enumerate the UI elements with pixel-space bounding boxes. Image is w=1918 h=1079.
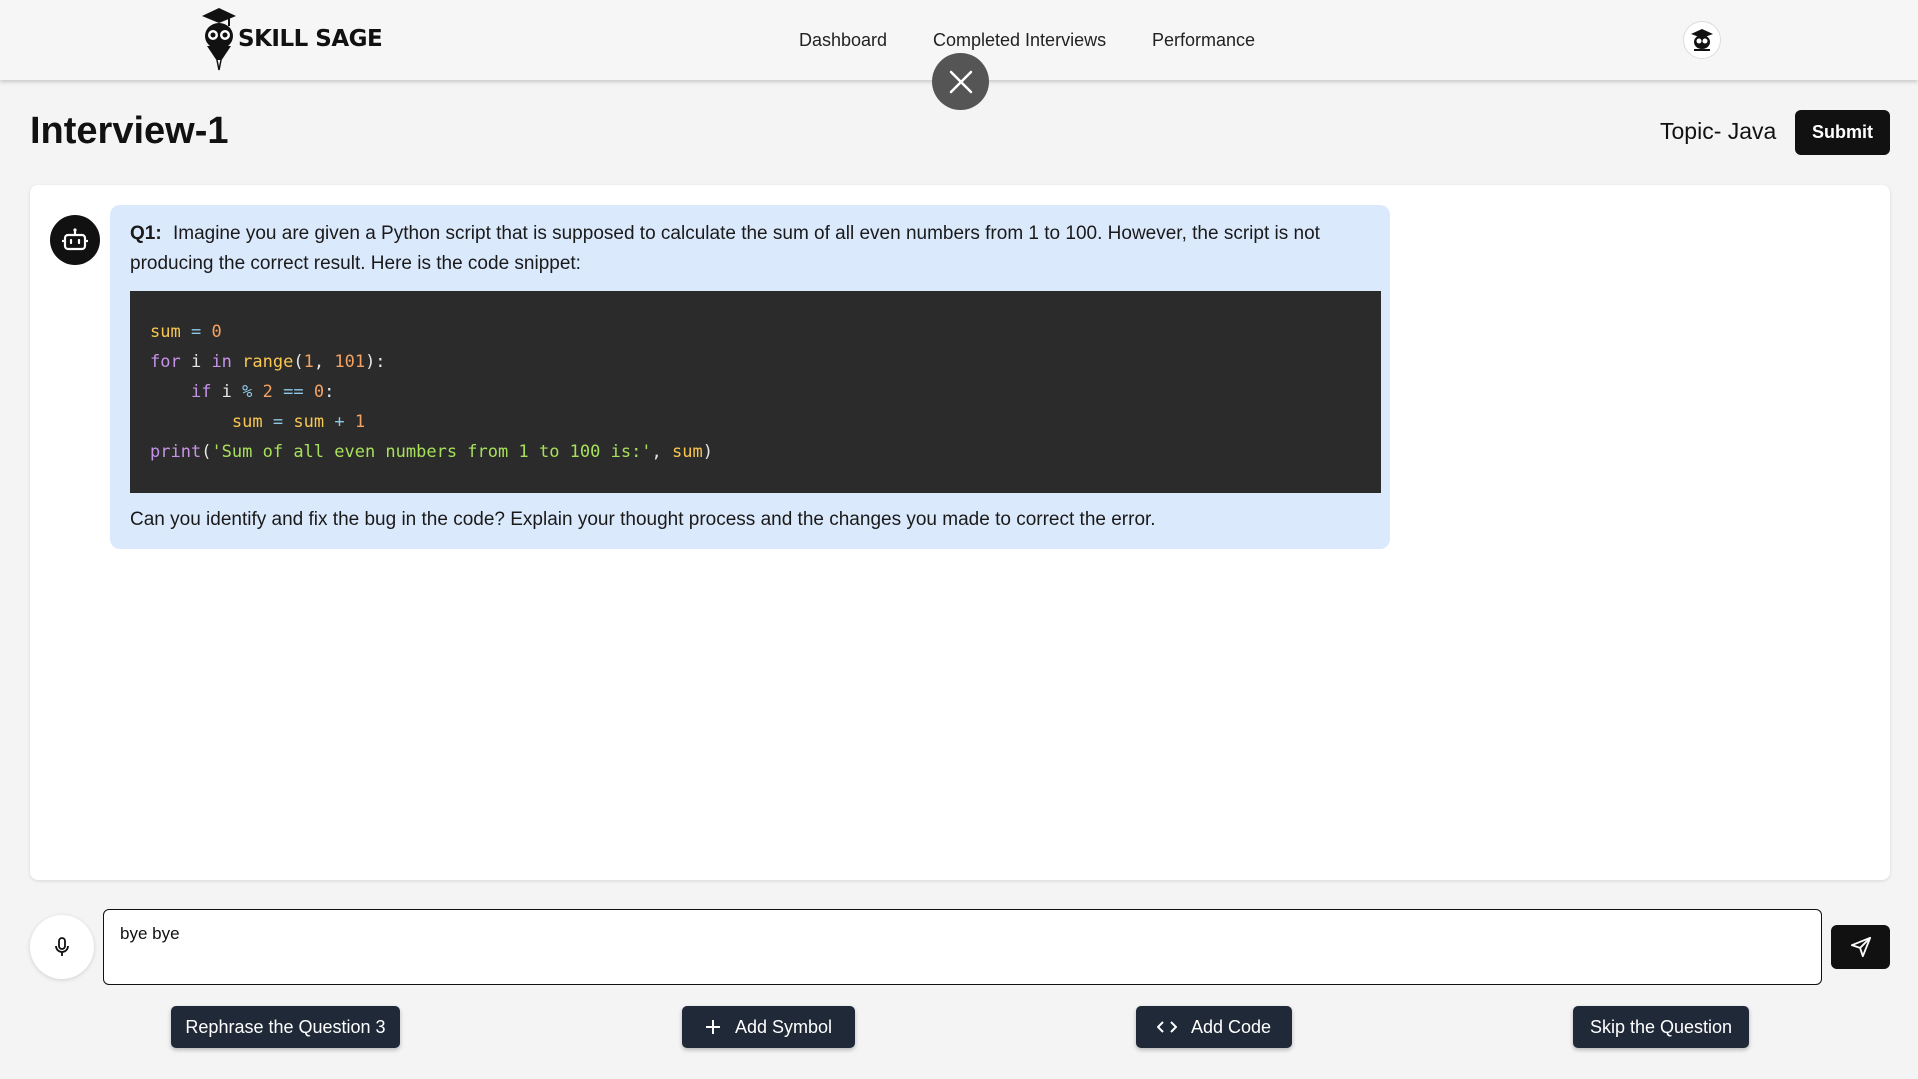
code-line: sum = 0: [150, 322, 222, 342]
add-code-button[interactable]: Add Code: [1136, 1006, 1292, 1048]
add-code-label: Add Code: [1190, 1016, 1272, 1037]
close-icon: [949, 70, 972, 93]
code-line: sum = sum + 1: [231, 412, 366, 432]
question-text-block: Q1: Imagine you are given a Python scrip…: [130, 219, 1370, 279]
brand-logo[interactable]: SKILL SAGE: [200, 6, 383, 74]
bot-avatar: [50, 215, 100, 265]
rephrase-question-button[interactable]: Rephrase the Question 3: [171, 1006, 400, 1048]
code-line: for i in range(1, 101):: [150, 352, 386, 372]
plus-icon: [705, 1020, 720, 1034]
nav-completed-interviews[interactable]: Completed Interviews: [933, 30, 1106, 51]
question-followup: Can you identify and fix the bug in the …: [130, 509, 1156, 530]
code-line: if i % 2 == 0:: [190, 382, 335, 402]
answer-input[interactable]: [103, 909, 1822, 985]
owl-logo-icon: [202, 8, 236, 71]
microphone-button[interactable]: [30, 915, 94, 979]
submit-button[interactable]: Submit: [1795, 110, 1890, 155]
rephrase-question-label: Rephrase the Question 3: [185, 1016, 386, 1037]
question-text: Imagine you are given a Python script th…: [130, 223, 1320, 274]
code-snippet: sum = 0 for i in range(1, 101): if i % 2 …: [130, 291, 1381, 493]
send-button[interactable]: [1831, 925, 1890, 969]
send-icon: [1850, 936, 1871, 958]
microphone-icon: [55, 937, 69, 956]
add-symbol-button[interactable]: Add Symbol: [682, 1006, 855, 1048]
topic-label: Topic- Java: [1660, 118, 1777, 144]
skip-question-label: Skip the Question: [1589, 1016, 1733, 1037]
question-bubble: Q1: Imagine you are given a Python scrip…: [110, 205, 1390, 549]
add-symbol-label: Add Symbol: [734, 1016, 833, 1037]
question-label: Q1:: [130, 223, 162, 244]
bot-icon: [62, 228, 88, 251]
close-button[interactable]: [932, 53, 989, 110]
page-title: Interview-1: [30, 110, 229, 152]
nav-performance[interactable]: Performance: [1152, 30, 1255, 51]
code-line: print('Sum of all even numbers from 1 to…: [150, 442, 713, 462]
owl-avatar-icon: [1691, 29, 1713, 51]
chat-panel: Q1: Imagine you are given a Python scrip…: [30, 185, 1890, 880]
user-avatar[interactable]: [1683, 21, 1721, 59]
brand-name: SKILL SAGE: [238, 26, 383, 52]
nav-dashboard[interactable]: Dashboard: [799, 30, 887, 51]
code-brackets-icon: [1156, 1021, 1177, 1033]
skip-question-button[interactable]: Skip the Question: [1573, 1006, 1749, 1048]
